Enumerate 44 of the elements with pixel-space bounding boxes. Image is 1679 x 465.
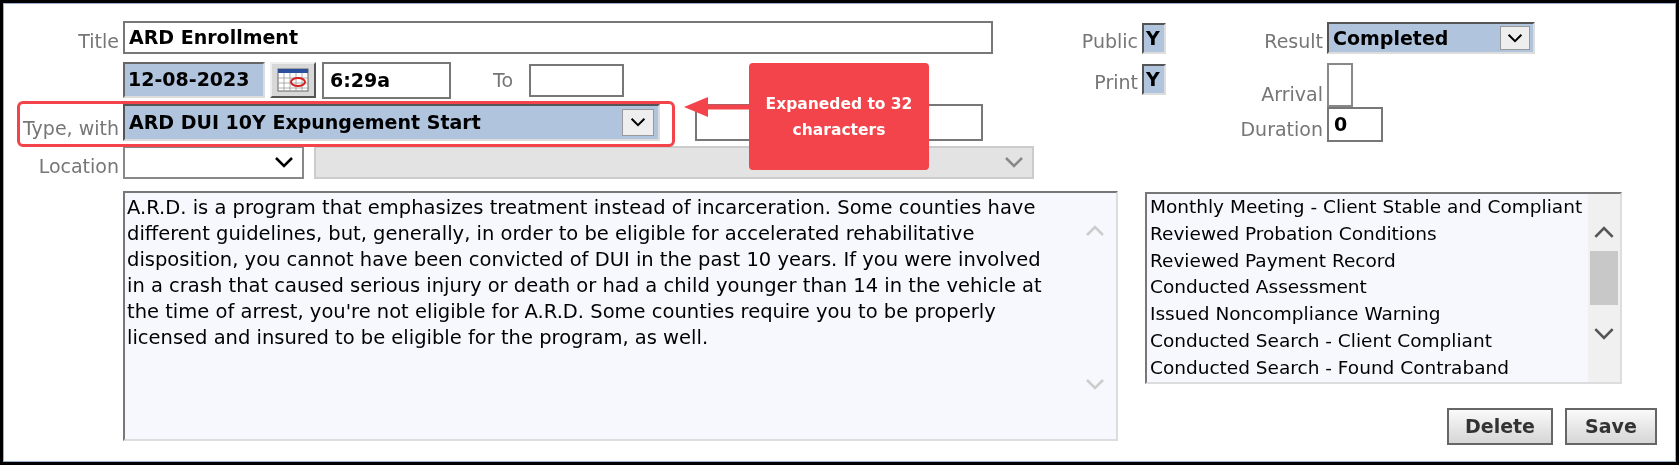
field-label: Print [1093,73,1139,95]
calendar-icon [277,68,309,92]
list-item[interactable]: Conducted Assessment [1150,274,1588,302]
list-item[interactable]: Conducted Search - Found Contraband [1150,354,1588,382]
scrollbar[interactable] [1588,194,1620,382]
list-item[interactable]: Reviewed Probation Conditions [1150,220,1588,248]
field-label: Public [1080,32,1139,54]
chevron-down-icon [1004,156,1024,168]
scroll-up-icon [1593,226,1615,239]
action-button[interactable]: Delete [1446,408,1553,445]
public-checkbox[interactable]: Y [1142,23,1166,54]
list-item[interactable]: Reviewed Payment Record [1150,247,1588,275]
field-label: Duration [1239,120,1324,142]
list-item[interactable]: Issued Noncompliance Warning [1150,301,1588,328]
location-dropdown[interactable] [123,145,304,179]
result-dropdown[interactable]: Completed [1327,22,1535,54]
time-field[interactable]: 6:29a [322,61,451,99]
title-field[interactable]: ARD Enrollment [123,21,993,54]
chevron-down-icon [1507,33,1523,43]
field-label: Location [37,157,120,179]
type-dropdown[interactable]: ARD DUI 10Y Expungement Start [123,103,660,141]
notes-area[interactable]: A.R.D. is a program that emphasizes treatment instead of incarceration. Some counties have different guidelines, but, generally, in order to be eligible for accelerated rehabilitative disposition, you cannot have been convicted of DUI in the past 10 years. If you were involved in a crash that caused serious injury or death or had a child younger than 14 in the vehicle at the time of arrest, you're not eligible for A.R.D. Some counties require you to be properly licensed and insured to be eligible for the program, as well. [123,191,1118,441]
field-label: Result [1263,32,1324,54]
duration-field[interactable]: 0 [1327,107,1383,142]
field-label: Title [77,32,120,54]
action-button[interactable]: Save [1565,408,1657,445]
list-item[interactable]: Monthly Meeting - Client Stable and Compliant [1150,194,1588,221]
print-checkbox[interactable]: Y [1142,64,1166,95]
chevron-down-icon [274,156,294,168]
annotation-tooltip: Expaneded to 32 characters [749,63,929,170]
arrival-checkbox[interactable] [1327,63,1353,107]
activity-list[interactable] [1145,192,1622,384]
chevron-down-icon [630,117,646,127]
date-field[interactable]: 12-08-2023 [123,62,265,98]
scroll-thumb[interactable] [1590,251,1618,305]
end-time-field[interactable] [529,63,624,97]
field-label: To [493,67,514,93]
field-label: Arrival [1260,85,1324,107]
scroll-up-icon [1084,225,1106,237]
list-item[interactable]: Conducted Search - Client Compliant [1150,328,1588,355]
field-label: Type, with [21,119,120,141]
scroll-down-icon [1084,378,1106,390]
scroll-down-icon [1593,327,1615,340]
calendar-button[interactable] [270,62,316,98]
